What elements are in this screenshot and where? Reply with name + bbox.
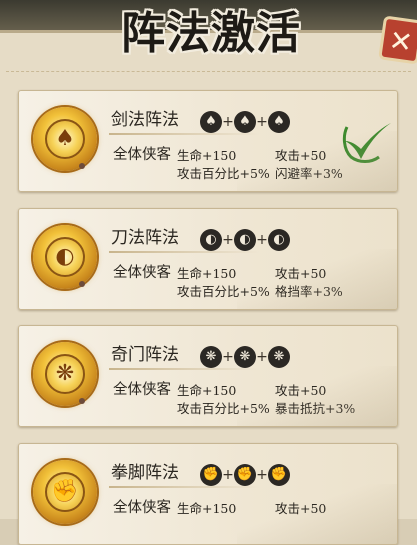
blade-token-icon[interactable]: ◐ [234, 229, 256, 251]
page-title: 阵法激活 [121, 8, 301, 59]
bonus-hp: 生命+150 [177, 383, 237, 398]
formation-name: 奇门阵法 [111, 345, 179, 365]
blade-token-icon[interactable]: ◐ [200, 229, 222, 251]
fan-token-icon[interactable]: ❋ [200, 346, 222, 368]
plus-sign: + [256, 467, 268, 483]
plus-sign: + [222, 232, 234, 248]
sword-token-icon[interactable]: ♠ [200, 111, 222, 133]
plus-sign: + [256, 349, 268, 365]
formation-card-blade[interactable]: ◐ 刀法阵法 ◐ + ◐ + ◐ 全体侠客 生命+150 攻击+50 攻击百分比… [18, 208, 398, 310]
plus-sign: + [256, 232, 268, 248]
bonus-attack: 攻击+50 [275, 266, 327, 281]
bonus-attack: 攻击+50 [275, 383, 327, 398]
emblem-dot [79, 398, 85, 404]
bonus-hp: 生命+150 [177, 148, 237, 163]
formation-card-sword[interactable]: ♠ 剑法阵法 ♠ + ♠ + ♠ 全体侠客 生命+150 攻击+50 攻击百分比… [18, 90, 398, 192]
bonus-attack: 攻击+50 [275, 148, 327, 163]
fist-token-icon[interactable]: ✊ [268, 464, 290, 486]
name-underline [109, 251, 259, 253]
fist-token-icon[interactable]: ✊ [200, 464, 222, 486]
plus-sign: + [222, 114, 234, 130]
sword-token-icon[interactable]: ♠ [268, 111, 290, 133]
bonus-special: 暴击抵抗+3% [275, 401, 356, 416]
bonus-target: 全体侠客 [113, 147, 171, 163]
formation-name: 剑法阵法 [111, 110, 179, 130]
name-underline [109, 368, 259, 370]
plus-sign: + [222, 467, 234, 483]
requirement-row: ◐ + ◐ + ◐ [200, 229, 290, 251]
emblem-dot [79, 281, 85, 287]
bonus-special: 闪避率+3% [275, 166, 343, 181]
bonus-attack: 攻击+50 [275, 501, 327, 516]
bonus-attack-percent: 攻击百分比+5% [177, 284, 270, 299]
bonus-attack-percent: 攻击百分比+5% [177, 401, 270, 416]
formation-name: 刀法阵法 [111, 228, 179, 248]
name-underline [109, 486, 259, 488]
bonus-target: 全体侠客 [113, 382, 171, 398]
sword-token-icon[interactable]: ♠ [234, 111, 256, 133]
plus-sign: + [222, 349, 234, 365]
formation-name: 拳脚阵法 [111, 463, 179, 483]
bonus-hp: 生命+150 [177, 266, 237, 281]
blade-token-icon[interactable]: ◐ [268, 229, 290, 251]
bonus-target: 全体侠客 [113, 265, 171, 281]
fan-token-icon[interactable]: ❋ [268, 346, 290, 368]
blade-emblem-icon: ◐ [33, 225, 97, 289]
requirement-row: ❋ + ❋ + ❋ [200, 346, 290, 368]
bonus-hp: 生命+150 [177, 501, 237, 516]
frame-divider [6, 71, 411, 73]
bonus-target: 全体侠客 [113, 500, 171, 516]
plus-sign: + [256, 114, 268, 130]
requirement-row: ♠ + ♠ + ♠ [200, 111, 290, 133]
checkmark-icon [342, 123, 391, 163]
fan-emblem-icon: ❋ [33, 342, 97, 406]
fist-emblem-icon: ✊ [33, 460, 97, 524]
formation-card-fist[interactable]: ✊ 拳脚阵法 ✊ + ✊ + ✊ 全体侠客 生命+150 攻击+50 [18, 443, 398, 545]
fan-token-icon[interactable]: ❋ [234, 346, 256, 368]
close-button[interactable]: ✕ [378, 15, 417, 65]
formation-card-fan[interactable]: ❋ 奇门阵法 ❋ + ❋ + ❋ 全体侠客 生命+150 攻击+50 攻击百分比… [18, 325, 398, 427]
bonus-special: 格挡率+3% [275, 284, 343, 299]
fist-token-icon[interactable]: ✊ [234, 464, 256, 486]
requirement-row: ✊ + ✊ + ✊ [200, 464, 290, 486]
bonus-attack-percent: 攻击百分比+5% [177, 166, 270, 181]
sword-emblem-icon: ♠ [33, 107, 97, 171]
emblem-dot [79, 163, 85, 169]
name-underline [109, 133, 259, 135]
